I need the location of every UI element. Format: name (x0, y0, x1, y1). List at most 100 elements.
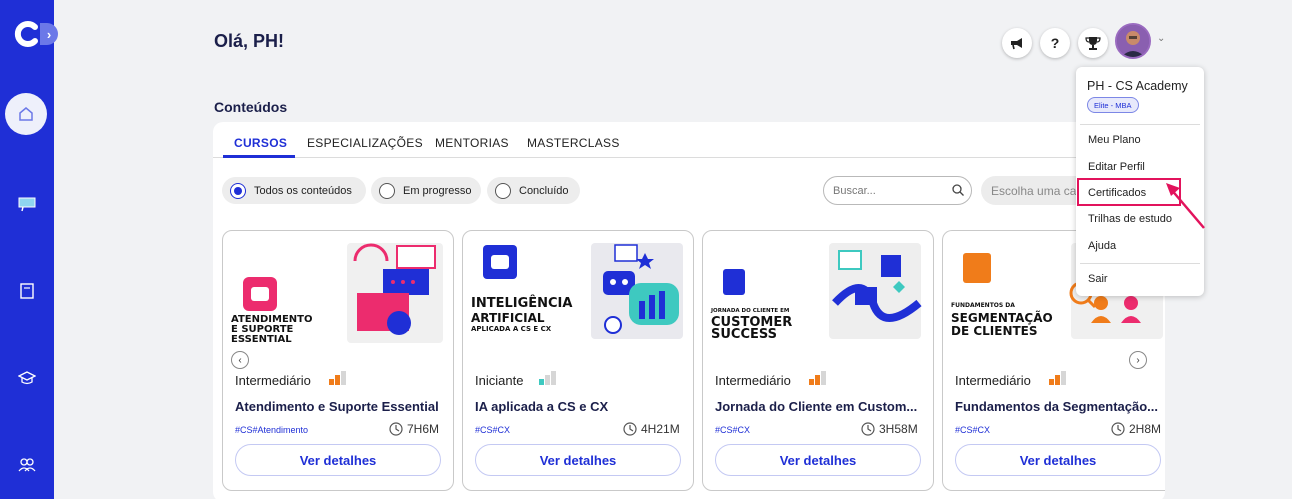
cover-title-line: ARTIFICIAL (471, 311, 545, 325)
page-greeting: Olá, PH! (214, 31, 285, 51)
level-bars-icon (329, 371, 346, 385)
course-level: Iniciante (475, 373, 524, 388)
carousel-prev-button[interactable]: ‹ (231, 351, 249, 369)
tab-masterclass[interactable]: MASTERCLASS (527, 136, 620, 150)
course-level: Intermediário (715, 373, 791, 388)
sidebar: › (0, 0, 58, 499)
course-title: Atendimento e Suporte Essential (235, 399, 439, 414)
plan-badge: Elite - MBA (1087, 97, 1139, 113)
active-tab-indicator (223, 155, 295, 158)
avatar-photo (1117, 25, 1149, 57)
view-details-button[interactable]: Ver detalhes (715, 444, 921, 476)
cover-title-line: INTELIGÊNCIA (471, 296, 573, 311)
chevron-right-icon: › (1136, 354, 1140, 366)
help-icon: ? (1050, 35, 1060, 51)
course-level: Intermediário (235, 373, 311, 388)
course-duration: 4H21M (623, 422, 680, 436)
sidebar-item-library[interactable] (15, 279, 39, 303)
duration-value: 7H6M (407, 422, 440, 436)
search-input[interactable]: Buscar... (823, 176, 972, 205)
sidebar-item-home[interactable] (5, 93, 47, 135)
duration-value: 4H21M (641, 422, 680, 436)
cover-title-line: ESSENTIAL (231, 334, 292, 345)
menu-item-ajuda[interactable]: Ajuda (1088, 240, 1116, 252)
clock-icon (389, 422, 403, 436)
search-icon[interactable] (951, 183, 965, 197)
cover-title-line: JORNADA DO CLIENTE EM (711, 308, 790, 314)
radio-icon (495, 182, 511, 199)
sidebar-item-courses[interactable] (15, 366, 39, 390)
menu-item-sair[interactable]: Sair (1088, 273, 1108, 285)
radio-selected-icon (230, 182, 246, 199)
filter-completed[interactable]: Concluído (487, 177, 580, 204)
divider (1080, 124, 1200, 125)
level-bars-icon (809, 371, 826, 385)
cover-title-line: SEGMENTAÇÃO (951, 311, 1053, 325)
filter-label: Em progresso (403, 184, 472, 197)
book-icon (20, 283, 34, 299)
menu-item-meu-plano[interactable]: Meu Plano (1088, 134, 1141, 146)
course-tags: #CS#CX (715, 425, 751, 435)
course-duration: 7H6M (389, 422, 439, 436)
sidebar-item-events[interactable] (15, 191, 39, 215)
tab-mentorias[interactable]: MENTORIAS (435, 136, 509, 150)
sidebar-item-community[interactable] (15, 453, 39, 477)
course-card[interactable]: ATENDIMENTO E SUPORTE ESSENTIAL Intermed… (222, 230, 454, 491)
content-panel: CURSOS ESPECIALIZAÇÕES MENTORIAS MASTERC… (213, 122, 1165, 499)
divider (1080, 263, 1200, 264)
megaphone-icon (1011, 38, 1022, 50)
course-tags: #CS#CX (475, 425, 511, 435)
course-title: Fundamentos da Segmentação... (955, 399, 1158, 414)
help-button[interactable]: ? (1040, 28, 1070, 58)
course-card[interactable]: JORNADA DO CLIENTE EM CUSTOMER SUCCESS I… (702, 230, 934, 491)
course-duration: 3H58M (861, 422, 918, 436)
home-icon (19, 107, 33, 121)
filter-label: Concluído (519, 184, 569, 197)
course-title: IA aplicada a CS e CX (475, 399, 609, 414)
avatar[interactable] (1115, 23, 1151, 59)
duration-value: 3H58M (879, 422, 918, 436)
level-bars-icon (1049, 371, 1066, 385)
filter-in-progress[interactable]: Em progresso (371, 177, 481, 204)
cover-title-line: APLICADA A CS E CX (471, 325, 552, 333)
view-details-button[interactable]: Ver detalhes (955, 444, 1161, 476)
user-menu-name: PH - CS Academy (1087, 79, 1188, 93)
ticket-icon (18, 197, 36, 212)
community-icon (18, 458, 36, 472)
course-title: Jornada do Cliente em Custom... (715, 399, 918, 414)
menu-item-editar-perfil[interactable]: Editar Perfil (1088, 161, 1145, 173)
clock-icon (623, 422, 637, 436)
pointer-arrow-icon (1166, 183, 1205, 229)
logo-icon[interactable] (13, 20, 41, 48)
achievements-button[interactable] (1078, 28, 1108, 58)
announcements-button[interactable] (1002, 28, 1032, 58)
sidebar-toggle-button[interactable]: › (40, 23, 58, 45)
clock-icon (1111, 422, 1125, 436)
graduation-cap-icon (18, 371, 36, 385)
radio-icon (379, 182, 395, 199)
filter-all[interactable]: Todos os conteúdos (222, 177, 366, 204)
course-tags: #CS#Atendimento (235, 425, 309, 435)
carousel-next-button[interactable]: › (1129, 351, 1147, 369)
tab-cursos[interactable]: CURSOS (234, 136, 287, 150)
course-tags: #CS#CX (955, 425, 991, 435)
trophy-icon (1085, 37, 1101, 50)
tab-especializacoes[interactable]: ESPECIALIZAÇÕES (307, 136, 423, 150)
search-placeholder: Buscar... (833, 184, 876, 197)
content-tabs: CURSOS ESPECIALIZAÇÕES MENTORIAS MASTERC… (213, 122, 1165, 158)
view-details-button[interactable]: Ver detalhes (475, 444, 681, 476)
cover-title-line: DE CLIENTES (951, 324, 1038, 338)
cover-title-line: SUCCESS (711, 327, 778, 342)
category-placeholder: Escolha uma ca (991, 183, 1077, 198)
cover-title-line: FUNDAMENTOS DA (951, 302, 1015, 309)
section-title: Conteúdos (214, 99, 288, 115)
chevron-down-icon[interactable]: ⌄ (1157, 33, 1165, 44)
view-details-button[interactable]: Ver detalhes (235, 444, 441, 476)
chevron-left-icon: ‹ (238, 354, 242, 366)
filter-label: Todos os conteúdos (254, 184, 352, 197)
course-card[interactable]: INTELIGÊNCIA ARTIFICIAL APLICADA A CS E … (462, 230, 694, 491)
level-bars-icon (539, 371, 556, 385)
course-level: Intermediário (955, 373, 1031, 388)
duration-value: 2H8M (1129, 422, 1162, 436)
course-duration: 2H8M (1111, 422, 1161, 436)
